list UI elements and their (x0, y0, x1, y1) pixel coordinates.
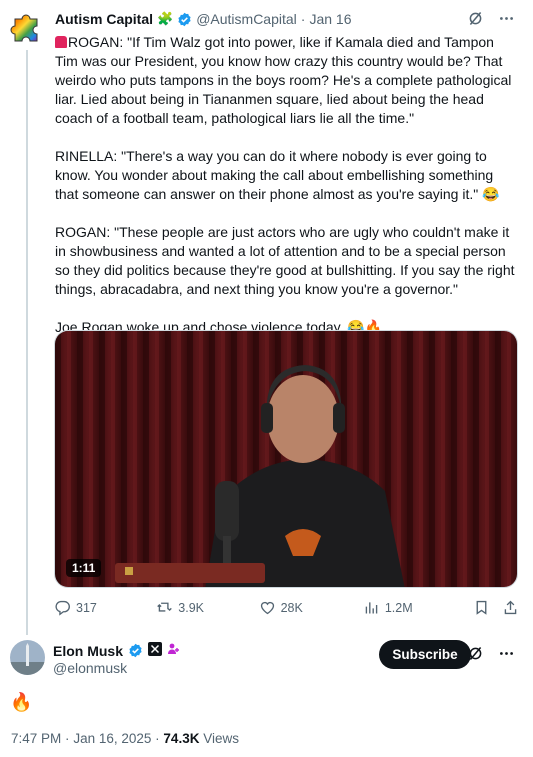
tweet-date[interactable]: Jan 16 (309, 11, 351, 27)
heart-icon (260, 601, 274, 615)
x-affiliate-badge-icon (148, 642, 163, 659)
tweet-action-bar: 317 3.9K 28K 1.2M (54, 599, 519, 616)
tweet-paragraph-1: ROGAN: "If Tim Walz got into power, like… (55, 34, 516, 126)
video-thumbnail (55, 331, 517, 587)
reply-icon (55, 600, 70, 616)
tweet-paragraph-2: RINELLA: "There's a way you can do it wh… (55, 148, 498, 202)
views-action[interactable]: 1.2M (363, 599, 473, 616)
grok-icon[interactable] (467, 645, 484, 662)
dot-separator: · (155, 731, 160, 746)
dot-separator: · (65, 731, 70, 746)
repost-count: 3.9K (178, 600, 205, 615)
more-options-icon[interactable] (498, 645, 515, 662)
thread-connector-line (26, 50, 28, 635)
subscribe-button[interactable]: Subscribe (379, 640, 471, 669)
reply-author-handle[interactable]: @elonmusk (53, 660, 127, 676)
reply-views-count: 74.3K (163, 731, 200, 746)
share-icon[interactable] (502, 599, 519, 616)
like-count: 28K (280, 600, 303, 615)
dot-separator: · (300, 11, 306, 27)
reply-metadata: 7:47 PM · Jan 16, 2025 · 74.3K Views (11, 731, 239, 746)
views-count: 1.2M (384, 600, 413, 615)
reply-time[interactable]: 7:47 PM (11, 731, 61, 746)
repost-icon (157, 602, 173, 612)
tweet-text: ROGAN: "If Tim Walz got into power, like… (55, 33, 517, 337)
video-duration-badge: 1:11 (66, 559, 102, 577)
author-name[interactable]: Autism Capital (55, 11, 153, 27)
reply-author-name[interactable]: Elon Musk (53, 643, 123, 659)
elon-musk-avatar[interactable] (10, 640, 45, 675)
tweet-paragraph-3: ROGAN: "These people are just actors who… (55, 224, 519, 297)
reply-header: Elon Musk (53, 642, 181, 659)
reply-top-actions (467, 645, 515, 662)
government-affiliate-badge-icon (167, 642, 181, 659)
views-bar-chart-icon (365, 602, 378, 614)
tweet-header: Autism Capital 🧩 @AutismCapital · Jan 16 (55, 11, 352, 27)
grok-icon[interactable] (467, 10, 484, 27)
reply-views-label: Views (203, 731, 239, 746)
siren-emoji-icon (55, 36, 67, 48)
laughing-emoji: 😂 (482, 186, 500, 202)
repost-action[interactable]: 3.9K (156, 599, 258, 616)
bookmark-share-group (473, 599, 519, 616)
video-player[interactable] (54, 330, 518, 588)
verified-badge-icon (177, 12, 192, 27)
tweet-top-actions (467, 10, 515, 27)
author-handle[interactable]: @AutismCapital (196, 11, 297, 27)
verified-badge-icon (128, 643, 143, 658)
reply-count: 317 (76, 600, 97, 615)
puzzle-emoji: 🧩 (157, 11, 174, 26)
bookmark-icon[interactable] (473, 599, 490, 616)
reply-action[interactable]: 317 (54, 599, 156, 616)
reply-date[interactable]: Jan 16, 2025 (73, 731, 151, 746)
autism-capital-avatar[interactable] (9, 10, 43, 44)
like-action[interactable]: 28K (259, 599, 363, 616)
more-options-icon[interactable] (498, 10, 515, 27)
reply-text: 🔥 (10, 692, 33, 712)
